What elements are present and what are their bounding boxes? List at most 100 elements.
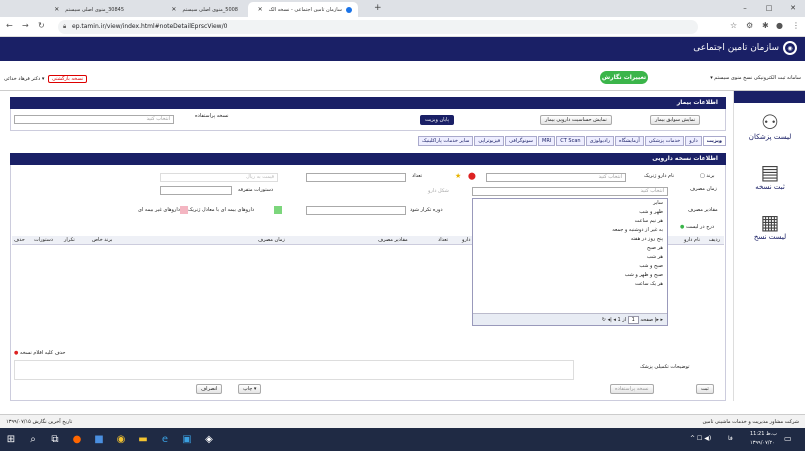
sidebar-item-prescription-list[interactable]: ▦ لیست نسخ — [734, 211, 805, 241]
store-icon[interactable]: ▣ — [176, 434, 198, 445]
patient-history-button[interactable]: نمایش سوابق بیمار — [650, 115, 701, 125]
language-indicator[interactable]: فا — [728, 435, 733, 442]
repeat-input[interactable] — [306, 206, 406, 215]
end-visit-button[interactable]: پایان ویزیت — [420, 115, 454, 125]
time-label: زمان مصرف — [690, 186, 717, 192]
instructions-label: دستورات متفرقه — [238, 187, 274, 193]
tab-physiotherapy[interactable]: فیزیوتراپی — [474, 136, 505, 146]
menu-icon[interactable]: ⋮ — [792, 21, 800, 30]
tamin-logo-icon: ◉ — [783, 41, 797, 55]
tray-icons[interactable]: ^ ☐ ◀) — [690, 435, 711, 442]
dropdown-option[interactable]: به غیر از دوشنبه و جمعه — [473, 226, 667, 235]
col-drug-name: نام دارو — [683, 237, 700, 243]
tab-other-paraclinic[interactable]: سایر خدمات پاراکلینیک — [418, 136, 474, 146]
account-icon[interactable]: ● — [776, 21, 783, 30]
dropdown-option[interactable]: هر شب — [473, 253, 667, 262]
service-tabs: ویزیت دارو خدمات پزشکی آزمایشگاه رادیولو… — [384, 136, 726, 146]
usage-select[interactable]: انتخاب کنید — [14, 115, 174, 124]
time-select[interactable]: انتخاب کنید — [472, 187, 668, 196]
dropdown-option[interactable]: سایر — [473, 199, 667, 208]
sidebar-item-new-prescription[interactable]: ▤ ثبت نسخه — [734, 161, 805, 191]
alert-icon[interactable]: ⬤ — [468, 172, 476, 180]
close-tab-icon[interactable]: ✕ — [54, 6, 59, 13]
patient-panel-header: اطلاعات بیمار — [10, 97, 726, 109]
clock-time[interactable]: 11:21 ب.ظ — [750, 431, 777, 437]
patient-allergy-button[interactable]: نمایش حساسیت دارویی بیمار — [540, 115, 612, 125]
system-menu[interactable]: سامانه ثبت الکترونیکی نسخ منوی سیستم ▾ — [710, 75, 801, 81]
forward-icon[interactable]: → — [22, 21, 29, 30]
search-icon[interactable]: ⌕ — [22, 434, 44, 445]
sidebar-item-label: لیست نسخ — [753, 233, 787, 241]
browser-tab-active[interactable]: سازمان تامین اجتماعی - نسخه الک ✕ — [248, 2, 358, 17]
clock-date[interactable]: ۱۳۹۹/۰۷/۲۰ — [750, 440, 775, 446]
tab-sonography[interactable]: سونوگرافی — [505, 136, 537, 146]
add-to-list-button[interactable]: ● درج در لیست — [680, 224, 714, 230]
doctors-icon: ⚇ — [761, 110, 779, 134]
used-prescription-button[interactable]: نسخه پراستفاده — [610, 384, 654, 394]
prev-page-icon[interactable]: ◂ |◂ — [608, 317, 616, 323]
generic-drug-input[interactable]: انتخاب کنید — [486, 173, 626, 182]
star-icon[interactable]: ☆ — [730, 21, 737, 30]
close-tab-icon[interactable]: ✕ — [258, 6, 263, 13]
new-tab-button[interactable]: + — [374, 3, 382, 13]
tab-mri[interactable]: MRI — [538, 136, 556, 146]
col-time: زمان مصرف — [258, 237, 285, 243]
maximize-button[interactable]: □ — [757, 0, 781, 17]
settings-icon[interactable]: ⚙ — [746, 21, 753, 30]
opera-icon[interactable]: ● — [66, 434, 88, 445]
close-window-button[interactable]: ✕ — [781, 0, 805, 17]
sidebar-item-label: ثبت نسخه — [755, 183, 785, 191]
notes-input[interactable] — [14, 360, 574, 380]
next-page-icon[interactable]: ▸ ▸| — [655, 317, 663, 323]
count-input[interactable] — [306, 173, 406, 182]
notifications-icon[interactable]: ▭ — [784, 434, 792, 443]
page-input[interactable]: 1 — [627, 316, 639, 324]
edge-icon[interactable]: e — [154, 434, 176, 445]
legend-green-swatch — [274, 206, 282, 214]
dropdown-option[interactable]: صبح و شب — [473, 262, 667, 271]
dropdown-option[interactable]: هر نیم ساعت — [473, 217, 667, 226]
file-explorer-icon[interactable]: ▬ — [132, 434, 154, 445]
url-field[interactable]: 🔒︎ ep.tamin.ir/view/index.html#noteDetai… — [58, 20, 698, 34]
changes-button[interactable]: تغییرات نگارش — [600, 71, 648, 84]
task-view-icon[interactable]: ⧉ — [44, 434, 66, 445]
back-icon[interactable]: ← — [6, 21, 13, 30]
dropdown-option[interactable]: هر یک ساعت — [473, 280, 667, 289]
app-icon[interactable]: ■ — [88, 434, 110, 445]
browser-tab[interactable]: 30845_منوی اصلی سیستم ✕ — [20, 2, 130, 17]
minimize-button[interactable]: – — [733, 0, 757, 17]
delete-all-button[interactable]: ● حذف کلیه اقلام نسخه — [14, 350, 65, 356]
refresh-icon[interactable]: ↻ — [602, 317, 606, 323]
close-tab-icon[interactable]: ✕ — [171, 6, 176, 13]
dropdown-option[interactable]: هر صبح — [473, 244, 667, 253]
list-icon: ▦ — [760, 210, 780, 234]
prescription-icon: ▤ — [760, 160, 780, 184]
reload-icon[interactable]: ↻ — [38, 21, 45, 30]
chrome-icon[interactable]: ◉ — [110, 434, 132, 445]
tab-visit[interactable]: ویزیت — [702, 136, 726, 146]
save-button[interactable]: ثبت — [696, 384, 714, 394]
tab-ct-scan[interactable]: CT Scan — [556, 136, 585, 146]
user-menu[interactable]: دکتر فرهاد خدائی ▾ — [4, 76, 44, 82]
tab-radiology[interactable]: رادیولوژی — [585, 136, 615, 146]
app2-icon[interactable]: ◈ — [198, 434, 220, 445]
site-logo[interactable]: ◉ سازمان تامین اجتماعی — [693, 41, 797, 55]
print-button[interactable]: چاپ ▾ — [238, 384, 262, 394]
sidebar-item-doctors[interactable]: ⚇ لیست پزشکان — [734, 111, 805, 141]
extensions-icon[interactable]: ✱ — [762, 21, 769, 30]
windows-start-icon[interactable]: ⊞ — [0, 434, 22, 445]
dropdown-option[interactable]: صبح و ظهر و شب — [473, 271, 667, 280]
tab-lab[interactable]: آزمایشگاه — [615, 136, 644, 146]
returned-prescription-tag[interactable]: نسخه بازگشتی — [47, 75, 88, 83]
tab-drug[interactable]: دارو — [685, 136, 702, 146]
legend-green-label: داروهای بیمه ای با معادل ژنریک — [188, 207, 255, 213]
favorite-star-icon[interactable]: ★ — [455, 172, 461, 180]
legend-pink-swatch — [180, 206, 188, 214]
browser-tab[interactable]: 5008_منوی اصلی سیستم ✕ — [134, 2, 244, 17]
dropdown-option[interactable]: پنج روز در هفته — [473, 235, 667, 244]
sidebar-item-label: لیست پزشکان — [748, 133, 792, 141]
cancel-button[interactable]: انصراف — [196, 384, 223, 394]
tab-medical-services[interactable]: خدمات پزشکی — [644, 136, 685, 146]
dropdown-option[interactable]: ظهر و شب — [473, 208, 667, 217]
instructions-input[interactable] — [160, 186, 232, 195]
